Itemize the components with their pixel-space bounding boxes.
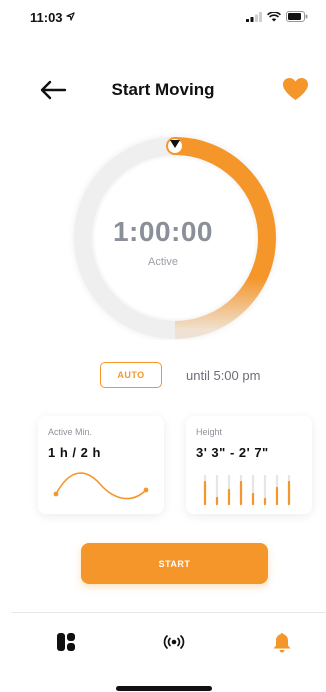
page-title: Start Moving <box>111 80 215 99</box>
card-label: Height <box>196 427 223 437</box>
location-arrow-icon <box>66 12 75 21</box>
timer-value: 1:00:00 <box>112 216 213 247</box>
auto-button[interactable]: AUTO <box>100 362 162 388</box>
card-value: 3' 3" - 2' 7" <box>196 445 269 460</box>
mode-row: AUTO until 5:00 pm <box>0 362 326 390</box>
tab-broadcast[interactable] <box>159 627 189 657</box>
broadcast-icon <box>163 635 185 649</box>
tab-notifications[interactable] <box>267 627 297 657</box>
status-time: 11:03 <box>30 10 63 25</box>
timer-handle[interactable] <box>166 137 184 155</box>
wave-curve-icon <box>53 472 149 500</box>
until-text: until 5:00 pm <box>186 368 261 383</box>
card-label: Active Min. <box>48 427 93 437</box>
wifi-icon <box>267 11 281 21</box>
heart-icon <box>282 78 308 100</box>
battery-icon <box>286 11 308 22</box>
timer-dial: 1:00:00 Active <box>48 130 278 340</box>
signal-icon <box>246 11 262 22</box>
height-bars-icon <box>203 474 291 506</box>
status-icons <box>246 11 308 22</box>
status-bar: 11:03 <box>0 0 326 32</box>
favorite-button[interactable] <box>280 74 310 104</box>
height-card[interactable]: Height 3' 3" - 2' 7" <box>186 416 312 514</box>
tab-bar <box>0 613 326 669</box>
dashboard-icon <box>57 633 75 651</box>
card-value: 1 h / 2 h <box>48 445 101 460</box>
header: Start Moving <box>0 72 326 108</box>
start-button[interactable]: START <box>81 543 268 584</box>
active-minutes-card[interactable]: Active Min. 1 h / 2 h <box>38 416 164 514</box>
timer-label: Active <box>148 256 178 268</box>
home-indicator <box>116 686 212 691</box>
tab-dashboard[interactable] <box>51 627 81 657</box>
bell-icon <box>273 632 291 652</box>
